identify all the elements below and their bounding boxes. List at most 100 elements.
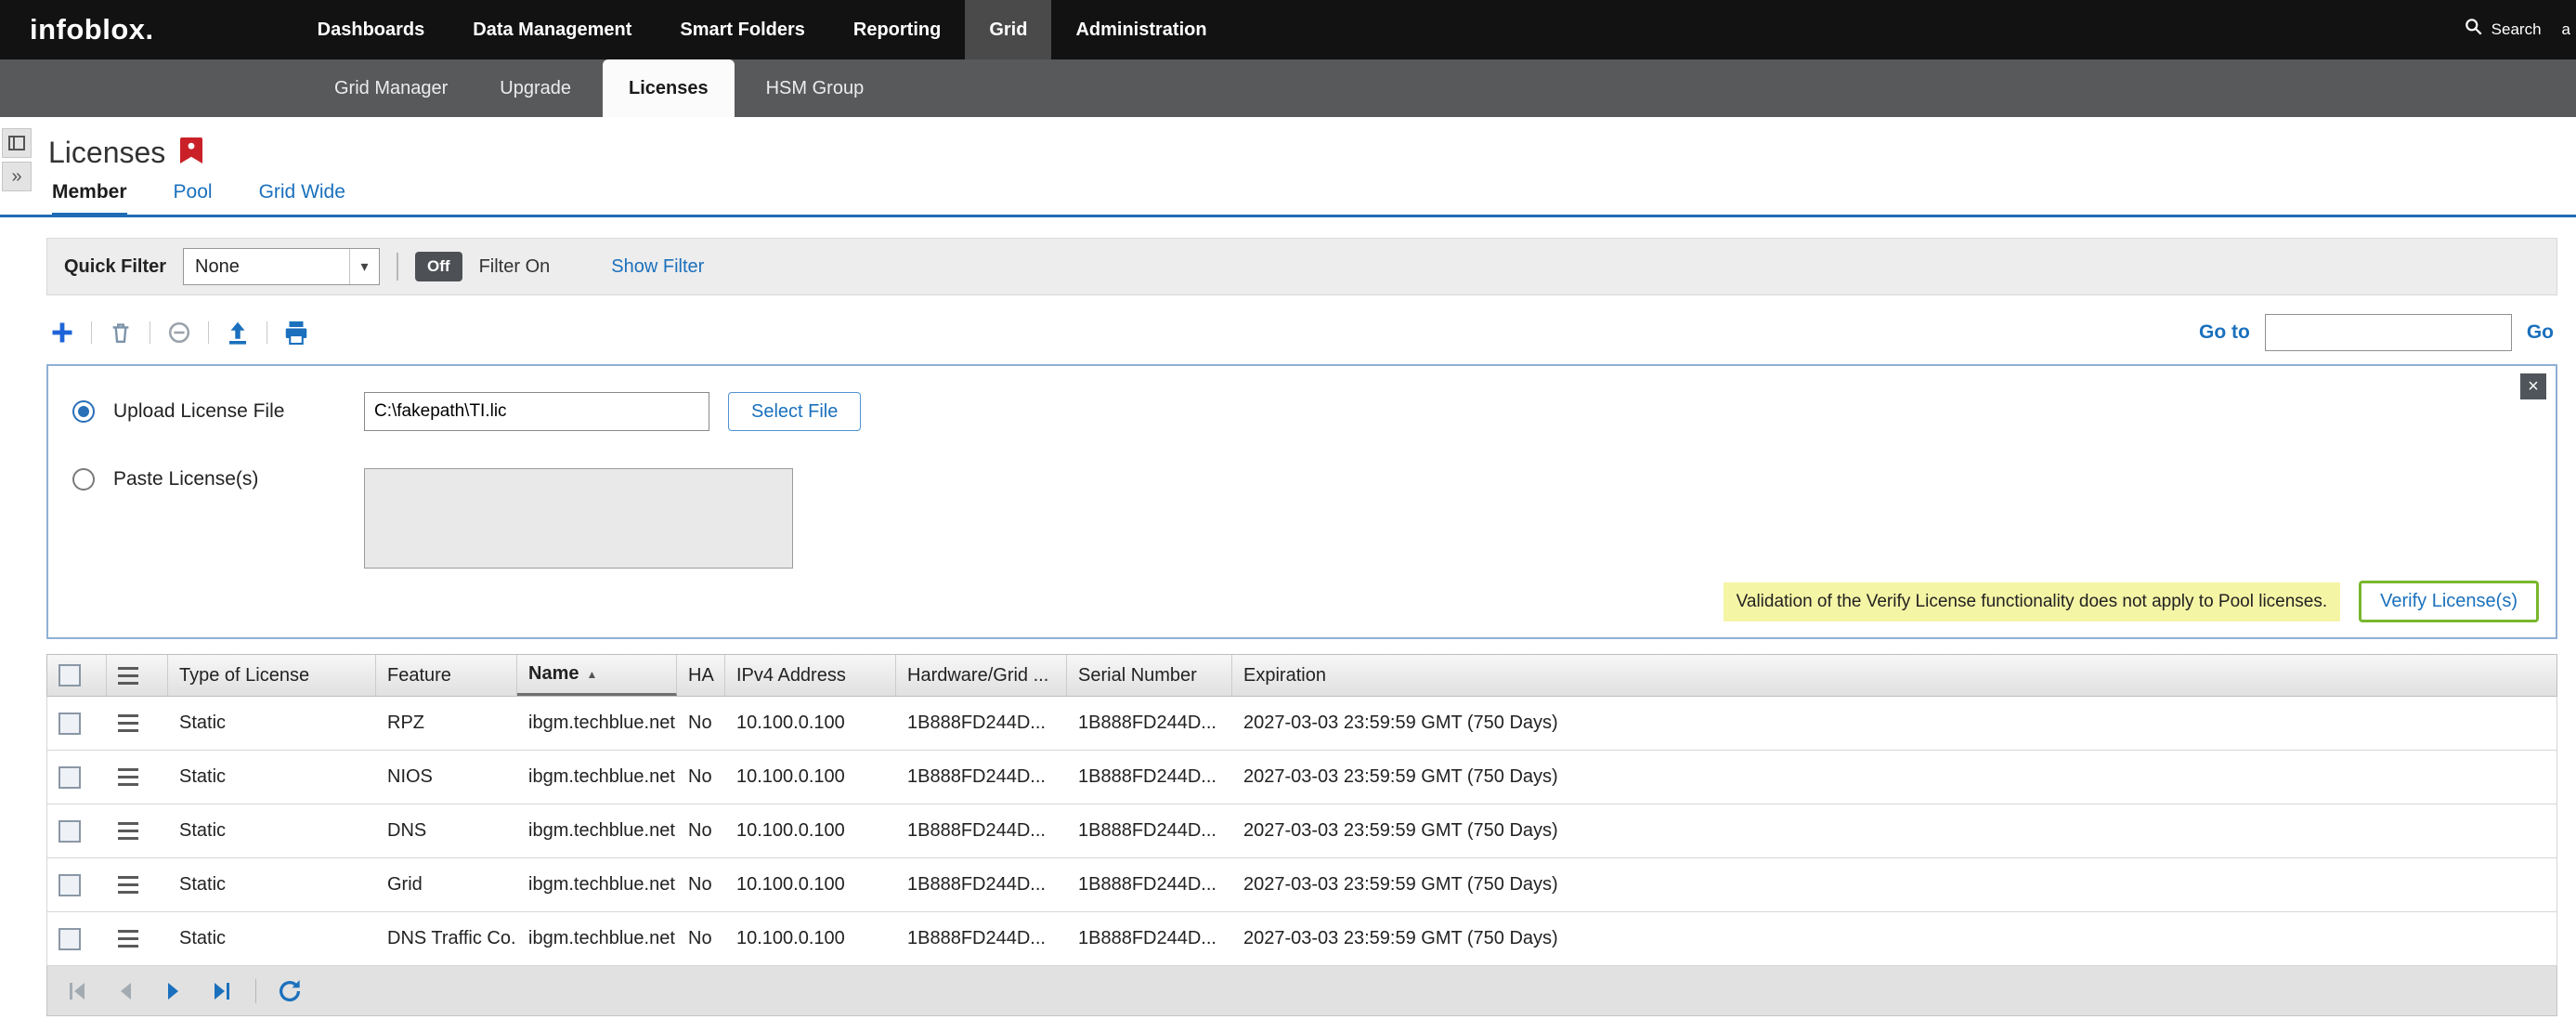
- cell-serial: 1B888FD244D...: [1067, 713, 1232, 734]
- cell-feature: RPZ: [376, 713, 517, 734]
- upload-icon[interactable]: [222, 317, 254, 348]
- next-page-icon[interactable]: [159, 976, 189, 1006]
- top-menu-grid[interactable]: Grid: [965, 0, 1051, 59]
- tab-grid-wide[interactable]: Grid Wide: [259, 181, 345, 217]
- select-file-button[interactable]: Select File: [728, 392, 861, 431]
- cell-hardware: 1B888FD244D...: [896, 874, 1067, 896]
- cell-hardware: 1B888FD244D...: [896, 928, 1067, 949]
- topbar-right: Search a: [2464, 17, 2576, 43]
- cell-feature: DNS: [376, 820, 517, 842]
- row-checkbox[interactable]: [59, 766, 81, 789]
- upload-license-radio[interactable]: [72, 400, 95, 423]
- cell-expiration: 2027-03-03 23:59:59 GMT (750 Days): [1232, 928, 2556, 949]
- bookmark-flag-icon[interactable]: [180, 137, 202, 169]
- print-icon[interactable]: [280, 317, 312, 348]
- cell-hardware: 1B888FD244D...: [896, 766, 1067, 788]
- subtab-upgrade[interactable]: Upgrade: [474, 59, 597, 117]
- row-select-cell: [47, 874, 107, 896]
- refresh-icon[interactable]: [275, 976, 305, 1006]
- expand-panel-icon[interactable]: »: [2, 162, 32, 191]
- search-label[interactable]: Search: [2491, 20, 2542, 39]
- page-header: Licenses: [0, 117, 2576, 170]
- row-checkbox[interactable]: [59, 820, 81, 843]
- quick-filter-value: None: [195, 256, 240, 278]
- table-row[interactable]: Static DNS ibgm.techblue.net No 10.100.0…: [46, 804, 2557, 858]
- subtab-licenses[interactable]: Licenses: [603, 59, 735, 117]
- infoblox-logo: infoblox.: [0, 13, 154, 46]
- header-expiration[interactable]: Expiration: [1232, 655, 2556, 696]
- header-hardware-grid[interactable]: Hardware/Grid ...: [896, 655, 1067, 696]
- filter-toggle-button[interactable]: Off: [415, 252, 462, 281]
- cell-expiration: 2027-03-03 23:59:59 GMT (750 Days): [1232, 874, 2556, 896]
- header-select-all: [47, 655, 107, 696]
- select-all-checkbox[interactable]: [59, 664, 81, 686]
- row-menu-icon[interactable]: [118, 876, 168, 894]
- header-type-of-license[interactable]: Type of License: [168, 655, 376, 696]
- cell-serial: 1B888FD244D...: [1067, 928, 1232, 949]
- header-name-sorted[interactable]: Name ▲: [517, 655, 677, 696]
- row-menu-icon[interactable]: [118, 667, 138, 685]
- row-menu-cell: [107, 768, 168, 786]
- top-menu-dashboards[interactable]: Dashboards: [293, 0, 449, 59]
- last-page-icon[interactable]: [207, 976, 237, 1006]
- row-menu-icon[interactable]: [118, 930, 168, 948]
- cell-ipv4: 10.100.0.100: [725, 766, 896, 788]
- toolbar-icons: [46, 317, 312, 348]
- cell-ipv4: 10.100.0.100: [725, 874, 896, 896]
- header-ipv4-address[interactable]: IPv4 Address: [725, 655, 896, 696]
- row-checkbox[interactable]: [59, 928, 81, 950]
- close-icon[interactable]: ×: [2520, 373, 2546, 399]
- table-row[interactable]: Static Grid ibgm.techblue.net No 10.100.…: [46, 858, 2557, 912]
- row-menu-icon[interactable]: [118, 714, 168, 732]
- finder-panel-icon[interactable]: [2, 128, 32, 158]
- tab-member[interactable]: Member: [52, 181, 127, 217]
- row-menu-icon[interactable]: [118, 822, 168, 840]
- top-menu-reporting[interactable]: Reporting: [829, 0, 965, 59]
- row-menu-icon[interactable]: [118, 768, 168, 786]
- show-filter-link[interactable]: Show Filter: [611, 256, 704, 278]
- quick-filter-bar: Quick Filter None ▾ Off Filter On Show F…: [46, 238, 2557, 295]
- row-menu-cell: [107, 822, 168, 840]
- header-ha[interactable]: HA: [677, 655, 725, 696]
- quick-filter-dropdown[interactable]: None ▾: [183, 248, 380, 285]
- license-file-path-input[interactable]: [364, 392, 709, 431]
- divider: [255, 979, 256, 1003]
- user-label[interactable]: a: [2562, 20, 2570, 39]
- add-icon[interactable]: [46, 317, 78, 348]
- tab-pool[interactable]: Pool: [174, 181, 213, 217]
- table-row[interactable]: Static RPZ ibgm.techblue.net No 10.100.0…: [46, 697, 2557, 751]
- paste-license-radio[interactable]: [72, 468, 95, 490]
- row-checkbox[interactable]: [59, 874, 81, 896]
- header-feature[interactable]: Feature: [376, 655, 517, 696]
- previous-page-icon[interactable]: [111, 976, 140, 1006]
- row-select-cell: [47, 713, 107, 735]
- goto-input[interactable]: [2265, 314, 2512, 351]
- row-checkbox[interactable]: [59, 713, 81, 735]
- first-page-icon[interactable]: [62, 976, 92, 1006]
- goto-group: Go to Go: [2199, 314, 2557, 351]
- subtab-grid-manager[interactable]: Grid Manager: [308, 59, 474, 117]
- upload-license-panel: × Upload License File Select File Paste …: [46, 364, 2557, 639]
- top-nav-bar: infoblox. Dashboards Data Management Sma…: [0, 0, 2576, 59]
- quick-filter-label: Quick Filter: [64, 256, 166, 278]
- verify-license-button[interactable]: Verify License(s): [2359, 581, 2539, 622]
- top-menu-smart-folders[interactable]: Smart Folders: [656, 0, 828, 59]
- table-row[interactable]: Static DNS Traffic Co... ibgm.techblue.n…: [46, 912, 2557, 966]
- go-button[interactable]: Go: [2527, 321, 2554, 344]
- cell-ha: No: [677, 928, 725, 949]
- table-row[interactable]: Static NIOS ibgm.techblue.net No 10.100.…: [46, 751, 2557, 804]
- search-icon[interactable]: [2464, 17, 2484, 43]
- cell-feature: NIOS: [376, 766, 517, 788]
- top-menu-data-management[interactable]: Data Management: [449, 0, 656, 59]
- cell-feature: DNS Traffic Co...: [376, 928, 517, 949]
- disable-icon[interactable]: [163, 317, 195, 348]
- paste-license-textarea[interactable]: [364, 468, 793, 569]
- header-serial-number[interactable]: Serial Number: [1067, 655, 1232, 696]
- cell-ipv4: 10.100.0.100: [725, 713, 896, 734]
- view-tabs: Member Pool Grid Wide: [0, 181, 2576, 217]
- delete-trash-icon[interactable]: [105, 317, 137, 348]
- top-menu-administration[interactable]: Administration: [1051, 0, 1230, 59]
- subtab-hsm-group[interactable]: HSM Group: [740, 59, 891, 117]
- chevron-down-icon: ▾: [349, 249, 379, 284]
- licenses-table: Type of License Feature Name ▲ HA IPv4 A…: [46, 654, 2557, 966]
